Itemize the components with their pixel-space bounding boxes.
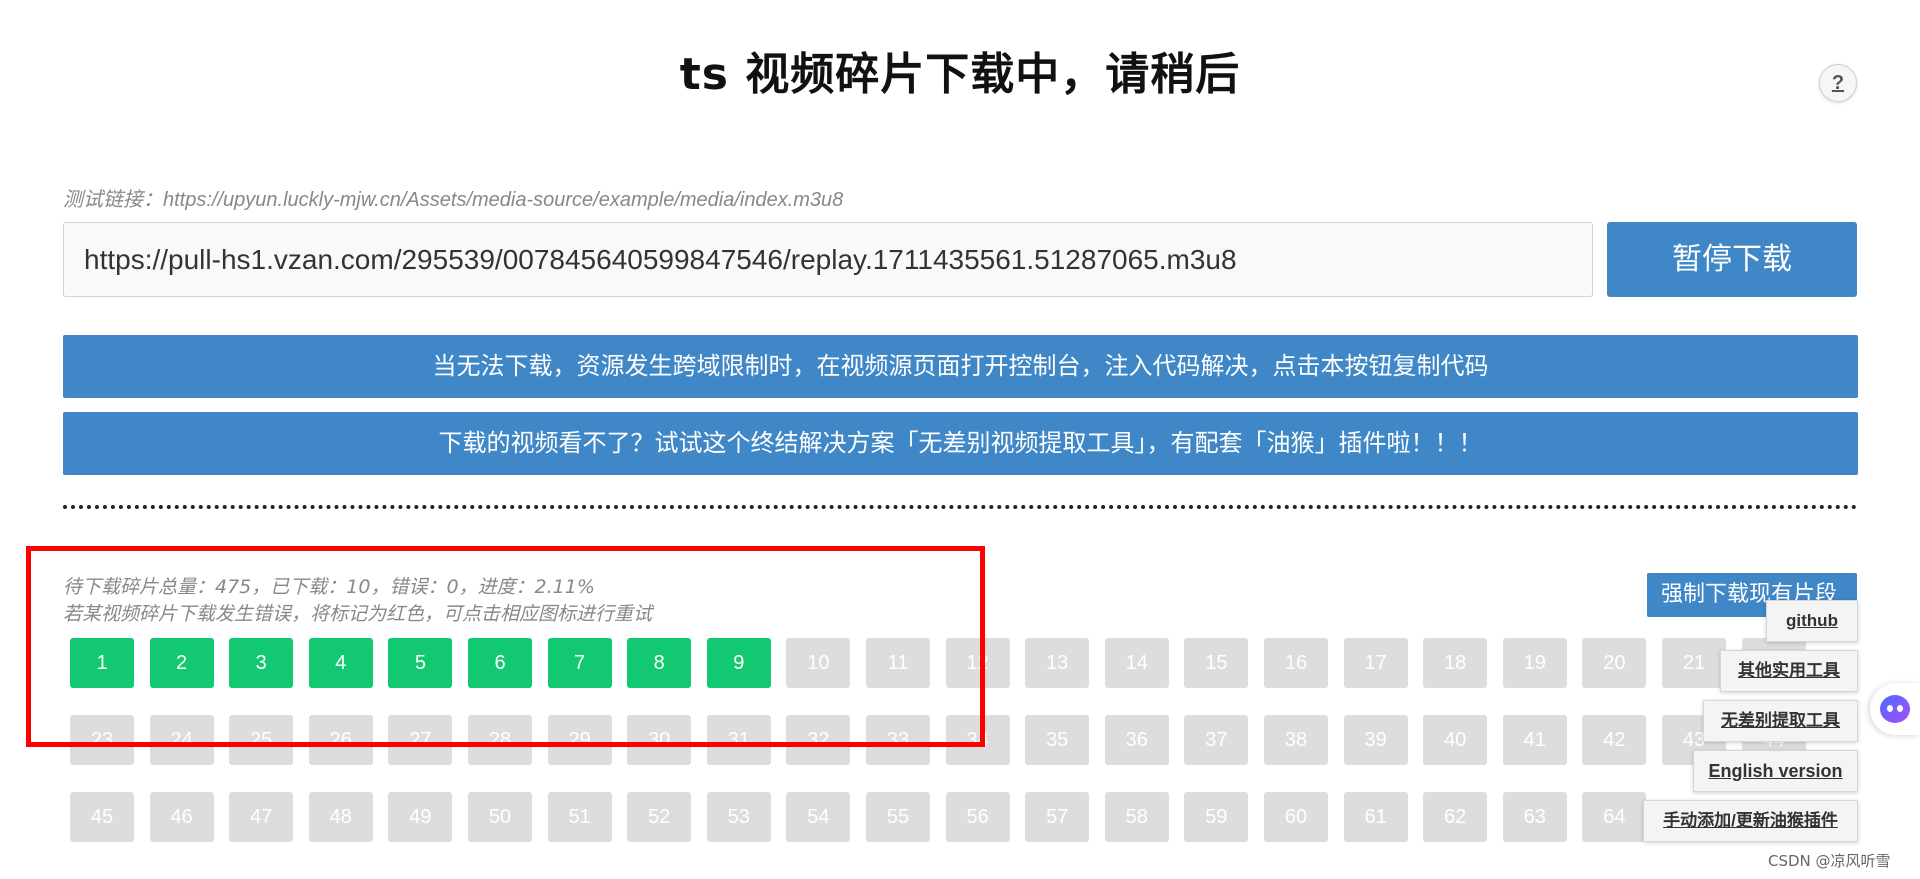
m3u8-url-input[interactable]: https://pull-hs1.vzan.com/295539/0078456… [63,222,1593,297]
segment-tile[interactable]: 58 [1104,792,1169,842]
segment-tile[interactable]: 15 [1184,638,1249,688]
segment-tile[interactable]: 38 [1264,715,1328,765]
segment-tile[interactable]: 14 [1104,638,1169,688]
no-diff-tool-link[interactable]: 无差别提取工具 [1703,700,1858,742]
segment-tile[interactable]: 48 [308,792,373,842]
segment-tile[interactable]: 62 [1423,792,1488,842]
watermark: CSDN @凉风听雪 [1768,852,1891,870]
segment-tile[interactable]: 40 [1423,715,1488,765]
segment-tile[interactable]: 51 [547,792,612,842]
english-version-link[interactable]: English version [1693,750,1858,792]
segment-tile[interactable]: 20 [1582,638,1647,688]
segment-tile[interactable]: 16 [1264,638,1328,688]
segment-tile[interactable]: 42 [1582,715,1647,765]
segment-tile[interactable]: 49 [388,792,453,842]
help-button[interactable]: ? [1819,64,1857,102]
segment-tile[interactable]: 46 [149,792,214,842]
segment-tile[interactable]: 54 [786,792,851,842]
segment-tile[interactable]: 18 [1423,638,1488,688]
test-link-hint: 测试链接：https://upyun.luckly-mjw.cn/Assets/… [63,189,844,211]
segment-tile[interactable]: 13 [1025,638,1090,688]
segment-tile[interactable]: 39 [1343,715,1408,765]
github-link[interactable]: github [1766,600,1858,642]
segment-tile[interactable]: 52 [627,792,692,842]
segment-tile[interactable]: 37 [1184,715,1249,765]
segment-tile[interactable]: 36 [1104,715,1169,765]
video-extract-tool-button[interactable]: 下载的视频看不了？试试这个终结解决方案「无差别视频提取工具」，有配套「油猴」插件… [63,412,1858,475]
other-tools-link[interactable]: 其他实用工具 [1720,650,1858,692]
segment-tile[interactable]: 61 [1343,792,1408,842]
segment-tile[interactable]: 56 [945,792,1010,842]
manual-update-plugin-link[interactable]: 手动添加/更新油猴插件 [1643,800,1858,842]
segment-tile[interactable]: 60 [1264,792,1328,842]
segment-tile[interactable]: 45 [70,792,134,842]
segment-tile[interactable]: 17 [1343,638,1408,688]
segment-tile[interactable]: 57 [1025,792,1090,842]
segment-tile[interactable]: 53 [706,792,771,842]
segment-tile[interactable]: 59 [1184,792,1249,842]
segment-tile[interactable]: 41 [1502,715,1567,765]
section-divider [63,505,1858,509]
annotation-highlight-box [26,546,985,747]
bot-face-icon [1880,695,1910,723]
segment-tile[interactable]: 19 [1502,638,1567,688]
assistant-bot-icon[interactable] [1870,683,1920,735]
pause-download-button[interactable]: 暂停下载 [1607,222,1857,297]
segment-tile[interactable]: 63 [1502,792,1567,842]
segment-tile[interactable]: 64 [1582,792,1647,842]
page: ts 视频碎片下载中，请稍后 ? 测试链接：https://upyun.luck… [0,0,1920,879]
segment-tile[interactable]: 50 [468,792,532,842]
segment-tile[interactable]: 21 [1662,638,1726,688]
segment-tile[interactable]: 55 [866,792,930,842]
page-title: ts 视频碎片下载中，请稍后 [679,49,1241,100]
copy-injection-code-button[interactable]: 当无法下载，资源发生跨域限制时，在视频源页面打开控制台，注入代码解决，点击本按钮… [63,335,1858,398]
segment-tile[interactable]: 35 [1025,715,1090,765]
segment-tile[interactable]: 47 [229,792,294,842]
